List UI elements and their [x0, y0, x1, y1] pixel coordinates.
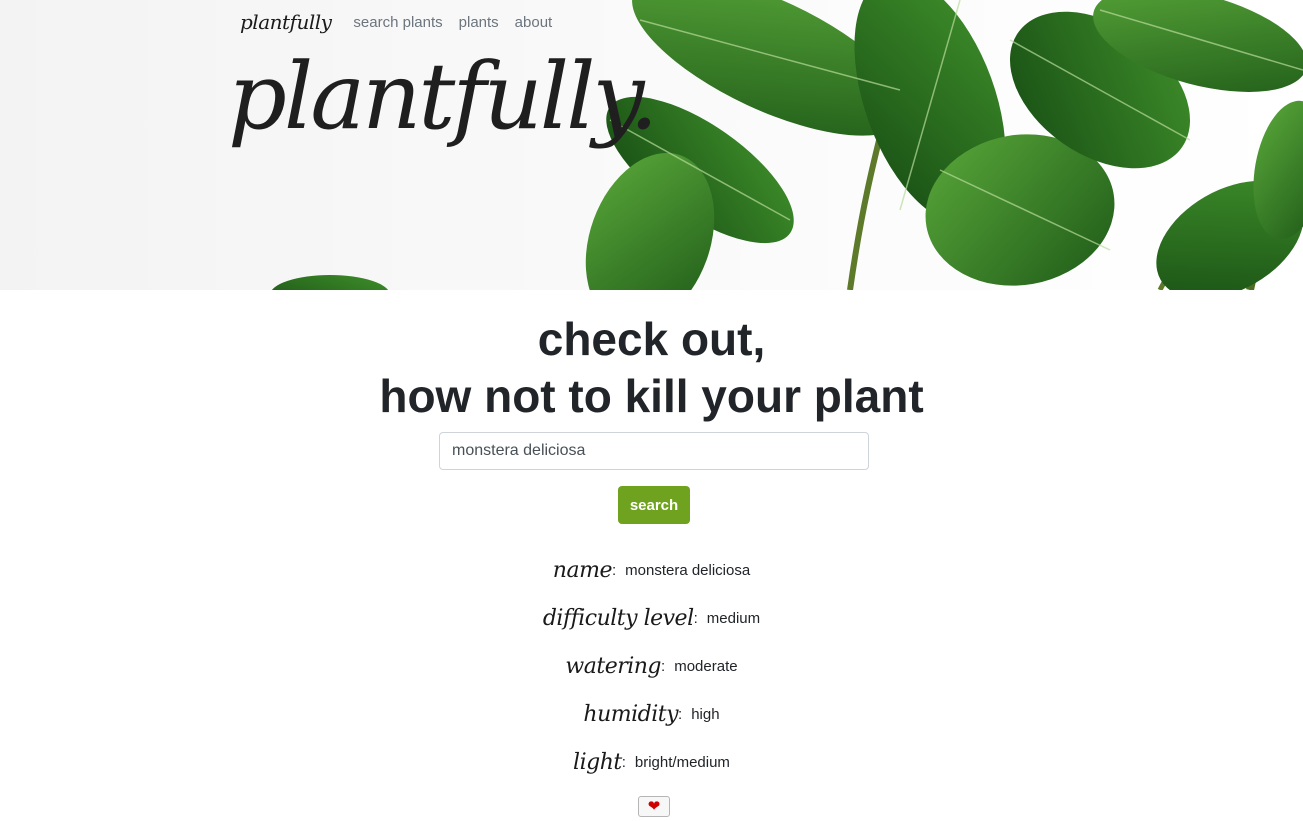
detail-label-humidity: humidity — [583, 701, 679, 727]
detail-value-watering: moderate — [674, 657, 738, 675]
nav-link-about[interactable]: about — [515, 14, 553, 31]
detail-row-humidity: humidity: high — [583, 690, 719, 738]
detail-value-humidity: high — [691, 705, 720, 723]
search-button[interactable]: search — [618, 486, 690, 524]
detail-row-difficulty: difficulty level: medium — [543, 594, 760, 642]
favorite-button[interactable]: ❤ — [638, 796, 670, 817]
detail-colon: : — [661, 657, 666, 675]
page-headline: check out, how not to kill your plant — [0, 311, 1303, 425]
navbar-brand-link[interactable]: plantfully — [240, 10, 332, 34]
detail-row-light: light: bright/medium — [573, 738, 730, 786]
detail-colon: : — [611, 561, 617, 579]
detail-value-light: bright/medium — [634, 753, 730, 771]
detail-label-watering: watering — [565, 653, 662, 679]
detail-label-light: light — [573, 749, 622, 775]
detail-row-name: name: monstera deliciosa — [553, 546, 750, 594]
plant-search-input[interactable] — [439, 432, 869, 470]
nav-link-plants[interactable]: plants — [459, 14, 499, 31]
hero-title: plantfully. — [228, 43, 659, 150]
nav-link-search-plants[interactable]: search plants — [353, 14, 442, 31]
headline-line-2: how not to kill your plant — [379, 370, 924, 422]
top-navbar: plantfully search plants plants about — [240, 4, 568, 40]
detail-colon: : — [693, 609, 698, 627]
plant-details: name: monstera deliciosa difficulty leve… — [0, 546, 1303, 786]
heart-icon: ❤ — [647, 798, 661, 815]
detail-colon: : — [621, 753, 626, 771]
detail-value-name: monstera deliciosa — [625, 561, 751, 579]
detail-row-watering: watering: moderate — [565, 642, 737, 690]
headline-line-1: check out, — [537, 313, 766, 365]
detail-value-difficulty: medium — [706, 609, 761, 627]
detail-label-name: name — [552, 557, 613, 583]
detail-colon: : — [678, 705, 683, 723]
detail-label-difficulty: difficulty level — [542, 605, 694, 631]
hero-banner: plantfully search plants plants about pl… — [0, 0, 1303, 290]
